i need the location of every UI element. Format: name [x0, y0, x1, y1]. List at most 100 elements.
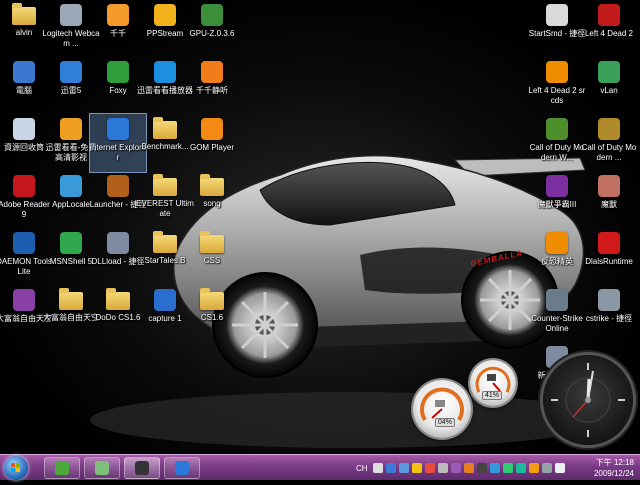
desktop-icon-left4dead2-srcds[interactable]: Left 4 Dead 2 srcds: [529, 57, 585, 115]
cod-icon: [598, 118, 620, 140]
character-icon: [598, 175, 620, 197]
taskbar-clock[interactable]: 下午 12:18 2009/12/24: [594, 457, 634, 479]
archive-icon: [13, 289, 35, 311]
daemon-icon: [13, 232, 35, 254]
desktop-icon-cstrike[interactable]: cstrike - 捷徑: [581, 285, 637, 343]
desktop-icon-label: GPU-Z.0.3.6: [189, 29, 235, 38]
desktop-icon-label: 魔獸爭霸III: [537, 200, 577, 209]
video-icon: [60, 118, 82, 140]
desktop[interactable]: GEMBALLA alvin Logitech Webcam ... 千千 PPStr…: [0, 0, 640, 454]
cs-icon: [546, 289, 568, 311]
folder-icon: [200, 288, 224, 310]
red-badge-icon: [598, 232, 620, 254]
flag-icon[interactable]: [528, 463, 539, 473]
folder-icon: [200, 231, 224, 253]
language-indicator[interactable]: CH: [356, 464, 368, 473]
desktop-icon-qianqian-listen[interactable]: 千千静听: [184, 57, 240, 115]
folder-icon: [59, 288, 83, 310]
webcam-icon: [60, 4, 82, 26]
desktop-icon-label: Left 4 Dead 2 srcds: [528, 86, 586, 105]
signal-icon[interactable]: [450, 463, 461, 473]
desktop-icon-song[interactable]: song: [184, 171, 240, 229]
gom-icon: [201, 118, 223, 140]
chat-icon[interactable]: [502, 463, 513, 473]
window-icon: [107, 232, 129, 254]
desktop-icon-label: CSS: [203, 256, 221, 265]
msn-icon: [60, 232, 82, 254]
computer-icon: [13, 61, 35, 83]
folder-icon: [12, 3, 36, 25]
desktop-icon-cs16[interactable]: CS1.6: [184, 285, 240, 343]
desktop-icon-css-folder[interactable]: CSS: [184, 228, 240, 286]
taskbar-time: 下午 12:18: [595, 458, 634, 467]
desktop-icon-cod-mw-2[interactable]: Call of Duty Modern ...: [581, 114, 637, 172]
ie-icon: [175, 461, 189, 475]
keyboard-icon[interactable]: [372, 463, 383, 473]
desktop-icon-label: Call of Duty Modern W...: [529, 143, 585, 162]
foxy-icon: [107, 61, 129, 83]
folder-icon: [153, 174, 177, 196]
desktop-icon-startsmd[interactable]: StartSmd - 捷徑: [529, 0, 585, 58]
game-icon: [546, 175, 568, 197]
taskbar-ie[interactable]: [164, 457, 200, 479]
vlan-icon: [598, 61, 620, 83]
steam-icon[interactable]: [476, 463, 487, 473]
update-icon[interactable]: [489, 463, 500, 473]
network-icon[interactable]: [398, 463, 409, 473]
steam-icon: [135, 461, 149, 475]
folder-icon: [200, 174, 224, 196]
cod-icon: [546, 118, 568, 140]
desktop-icon-cs-online[interactable]: Counter-Strike Online: [529, 285, 585, 343]
start-button[interactable]: Start: [4, 456, 28, 480]
taskbar-steam[interactable]: [124, 457, 160, 479]
cpu-meter-readout: 04%: [435, 418, 456, 427]
volume-icon[interactable]: [437, 463, 448, 473]
desktop-icon-label: DlalsRuntime: [585, 257, 633, 266]
desktop-icon-label: song: [203, 199, 221, 208]
music-player-icon: [107, 4, 129, 26]
desktop-icon-label: CS1.6: [200, 313, 224, 322]
desktop-icon-gom-player[interactable]: GOM Player: [184, 114, 240, 172]
system-tray: CH: [356, 458, 578, 478]
listen-icon: [201, 61, 223, 83]
cpu-meter-gadget[interactable]: 04%: [413, 380, 471, 438]
help-icon[interactable]: [385, 463, 396, 473]
desktop-icon-label: GOM Player: [189, 143, 234, 152]
desktop-icon-vlan[interactable]: vLan: [581, 57, 637, 115]
taskbar-messenger[interactable]: [44, 457, 80, 479]
l4d-icon: [598, 4, 620, 26]
battery-icon[interactable]: [541, 463, 552, 473]
folder-icon: [153, 231, 177, 253]
windows-logo-icon: [11, 463, 20, 472]
memory-meter-readout: 41%: [482, 391, 503, 400]
desktop-icon-cod-mw-1[interactable]: Call of Duty Modern W...: [529, 114, 585, 172]
memory-meter-gadget[interactable]: 41%: [470, 360, 516, 406]
capture-icon: [154, 289, 176, 311]
launcher-icon: [107, 175, 129, 197]
ie-icon: [107, 118, 129, 140]
desktop-icon-label: Call of Duty Modern ...: [581, 143, 637, 162]
cs-icon: [598, 289, 620, 311]
speaker-icon[interactable]: [554, 463, 565, 473]
desktop-icon-game-b[interactable]: 魔獸: [581, 171, 637, 229]
half-life-icon: [546, 61, 568, 83]
folder-icon: [106, 288, 130, 310]
globe-icon: [60, 175, 82, 197]
clock-gadget[interactable]: [543, 355, 633, 445]
desktop-icon-dlalsruntime[interactable]: DlalsRuntime: [581, 228, 637, 286]
app-icon[interactable]: [424, 463, 435, 473]
shield-icon[interactable]: [515, 463, 526, 473]
desktop-icon-gpu-z[interactable]: GPU-Z.0.3.6: [184, 0, 240, 58]
desktop-icon-hl-shortcut[interactable]: 反恐精英: [529, 228, 585, 286]
desktop-icon-label: 千千静听: [196, 86, 228, 95]
desktop-icon-game-a[interactable]: 魔獸爭霸III: [529, 171, 585, 229]
antivirus-icon[interactable]: [463, 463, 474, 473]
desktop-icon-label: Counter-Strike Online: [531, 314, 583, 333]
folder-icon: [153, 117, 177, 139]
taskbar: Start CH 下午 12:18 2009/12/24: [0, 454, 640, 480]
taskbar-vlan[interactable]: [84, 457, 120, 479]
pdf-icon: [13, 175, 35, 197]
qq-icon[interactable]: [411, 463, 422, 473]
desktop-icon-left4dead2[interactable]: Left 4 Dead 2: [581, 0, 637, 58]
play-icon: [154, 61, 176, 83]
